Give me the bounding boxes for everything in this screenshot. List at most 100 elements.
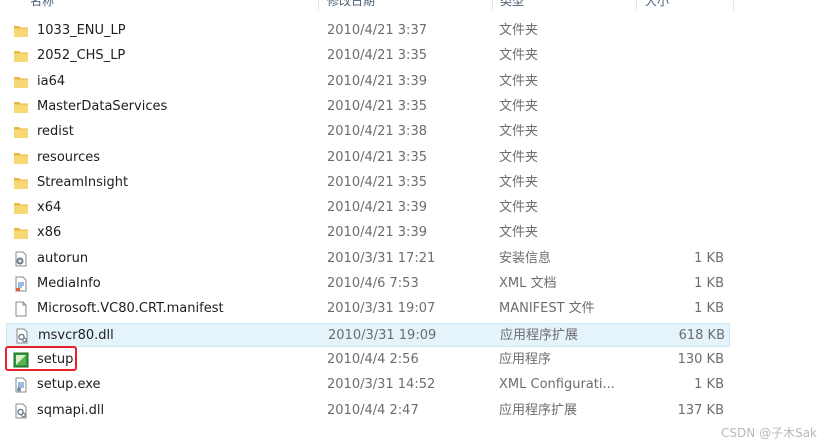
file-size: [624, 70, 724, 94]
file-type: 应用程序扩展: [500, 327, 579, 343]
file-row[interactable]: 2052_CHS_LP 2010/4/21 3:35 文件夹: [6, 44, 730, 68]
file-modified-date: 2010/4/21 3:39: [327, 200, 427, 216]
file-type: XML Configurati...: [499, 377, 615, 393]
file-type: 文件夹: [499, 225, 539, 241]
column-header-name[interactable]: 名称: [30, 0, 310, 11]
file-type: 文件夹: [499, 98, 539, 114]
file-type: 文件夹: [499, 124, 539, 140]
file-modified-date: 2010/4/4 2:47: [327, 402, 419, 418]
column-divider[interactable]: [733, 0, 734, 11]
folder-icon: [13, 196, 33, 220]
column-divider[interactable]: [492, 0, 493, 11]
file-row[interactable]: MasterDataServices 2010/4/21 3:35 文件夹: [6, 95, 730, 119]
file-size: [624, 146, 724, 170]
file-row[interactable]: setup 2010/4/4 2:56 应用程序 130 KB: [6, 348, 730, 372]
file-size: 1 KB: [694, 377, 724, 393]
file-row[interactable]: StreamInsight 2010/4/21 3:35 文件夹: [6, 171, 730, 195]
config-file-icon: [13, 373, 33, 397]
file-modified-date: 2010/4/21 3:35: [327, 48, 427, 64]
annotation-highlight-box: [5, 346, 77, 371]
folder-icon: [13, 221, 33, 245]
file-size: 1 KB: [694, 250, 724, 266]
file-size: 618 KB: [678, 327, 725, 343]
file-row[interactable]: x86 2010/4/21 3:39 文件夹: [6, 221, 730, 245]
file-name: MasterDataServices: [37, 98, 168, 114]
folder-icon: [13, 146, 33, 170]
xml-document-icon: [13, 272, 33, 296]
file-name: StreamInsight: [37, 174, 129, 190]
file-row[interactable]: redist 2010/4/21 3:38 文件夹: [6, 120, 730, 144]
file-modified-date: 2010/3/31 19:09: [328, 327, 437, 343]
file-modified-date: 2010/3/31 19:07: [327, 301, 436, 317]
file-size: 130 KB: [677, 351, 724, 367]
file-modified-date: 2010/3/31 14:52: [327, 377, 436, 393]
file-name: sqmapi.dll: [37, 402, 105, 418]
file-name: 2052_CHS_LP: [37, 48, 126, 64]
file-size: [624, 95, 724, 119]
file-row[interactable]: 1033_ENU_LP 2010/4/21 3:37 文件夹: [6, 19, 730, 43]
file-name: resources: [37, 149, 101, 165]
file-row[interactable]: MediaInfo 2010/4/6 7:53 XML 文档 1 KB: [6, 272, 730, 296]
file-name: setup: [37, 351, 74, 367]
file-size: [624, 196, 724, 220]
file-type: 文件夹: [499, 149, 539, 165]
file-row[interactable]: msvcr80.dll 2010/3/31 19:09 应用程序扩展 618 KB: [6, 322, 730, 348]
file-size: [624, 171, 724, 195]
file-type: 应用程序扩展: [499, 402, 578, 418]
file-size: 1 KB: [694, 276, 724, 291]
file-size: [624, 19, 724, 43]
watermark: CSDN @子木Sak: [721, 426, 817, 440]
file-size: [624, 44, 724, 68]
column-divider[interactable]: [636, 0, 637, 11]
column-header-bar: 名称 修改日期 类型 大小: [0, 0, 740, 11]
folder-icon: [13, 171, 33, 195]
file-type: MANIFEST 文件: [499, 301, 595, 317]
column-header-size[interactable]: 大小: [645, 0, 725, 11]
file-modified-date: 2010/4/21 3:39: [327, 73, 427, 89]
blank-file-icon: [13, 297, 33, 321]
folder-icon: [13, 44, 33, 68]
file-modified-date: 2010/4/21 3:39: [327, 225, 427, 241]
file-row[interactable]: ia64 2010/4/21 3:39 文件夹: [6, 70, 730, 94]
file-type: 文件夹: [499, 174, 539, 190]
file-row[interactable]: autorun 2010/3/31 17:21 安装信息 1 KB: [6, 247, 730, 271]
file-type: 安装信息: [499, 250, 552, 266]
file-type: 文件夹: [499, 200, 539, 216]
file-name: setup.exe: [37, 377, 101, 393]
file-row[interactable]: setup.exe 2010/3/31 14:52 XML Configurati.…: [6, 373, 730, 397]
file-name: autorun: [37, 250, 89, 266]
file-name: x86: [37, 225, 62, 241]
folder-icon: [13, 95, 33, 119]
file-row[interactable]: x64 2010/4/21 3:39 文件夹: [6, 196, 730, 220]
file-modified-date: 2010/4/21 3:35: [327, 149, 427, 165]
file-size: [624, 120, 724, 144]
file-modified-date: 2010/4/6 7:53: [327, 276, 419, 291]
dll-file-icon: [13, 399, 33, 423]
file-modified-date: 2010/3/31 17:21: [327, 250, 436, 266]
file-size: 137 KB: [677, 402, 724, 418]
file-type: 文件夹: [499, 23, 539, 38]
file-modified-date: 2010/4/21 3:35: [327, 174, 427, 190]
file-name: MediaInfo: [37, 276, 101, 291]
folder-icon: [13, 19, 33, 43]
folder-icon: [13, 120, 33, 144]
column-divider[interactable]: [318, 0, 319, 11]
file-type: 应用程序: [499, 351, 552, 367]
file-modified-date: 2010/4/4 2:56: [327, 351, 419, 367]
folder-icon: [13, 70, 33, 94]
file-name: Microsoft.VC80.CRT.manifest: [37, 301, 224, 317]
dll-file-icon: [14, 324, 34, 348]
file-type: XML 文档: [499, 276, 557, 291]
file-row[interactable]: resources 2010/4/21 3:35 文件夹: [6, 146, 730, 170]
file-name: ia64: [37, 73, 66, 89]
column-header-type[interactable]: 类型: [500, 0, 630, 11]
settings-file-icon: [13, 247, 33, 271]
file-name: 1033_ENU_LP: [37, 23, 126, 38]
file-row[interactable]: Microsoft.VC80.CRT.manifest 2010/3/31 19:…: [6, 297, 730, 321]
file-size: [624, 221, 724, 245]
file-modified-date: 2010/4/21 3:35: [327, 98, 427, 114]
file-row[interactable]: sqmapi.dll 2010/4/4 2:47 应用程序扩展 137 KB: [6, 399, 730, 423]
file-name: msvcr80.dll: [38, 327, 114, 343]
column-header-date[interactable]: 修改日期: [327, 0, 487, 11]
file-type: 文件夹: [499, 73, 539, 89]
